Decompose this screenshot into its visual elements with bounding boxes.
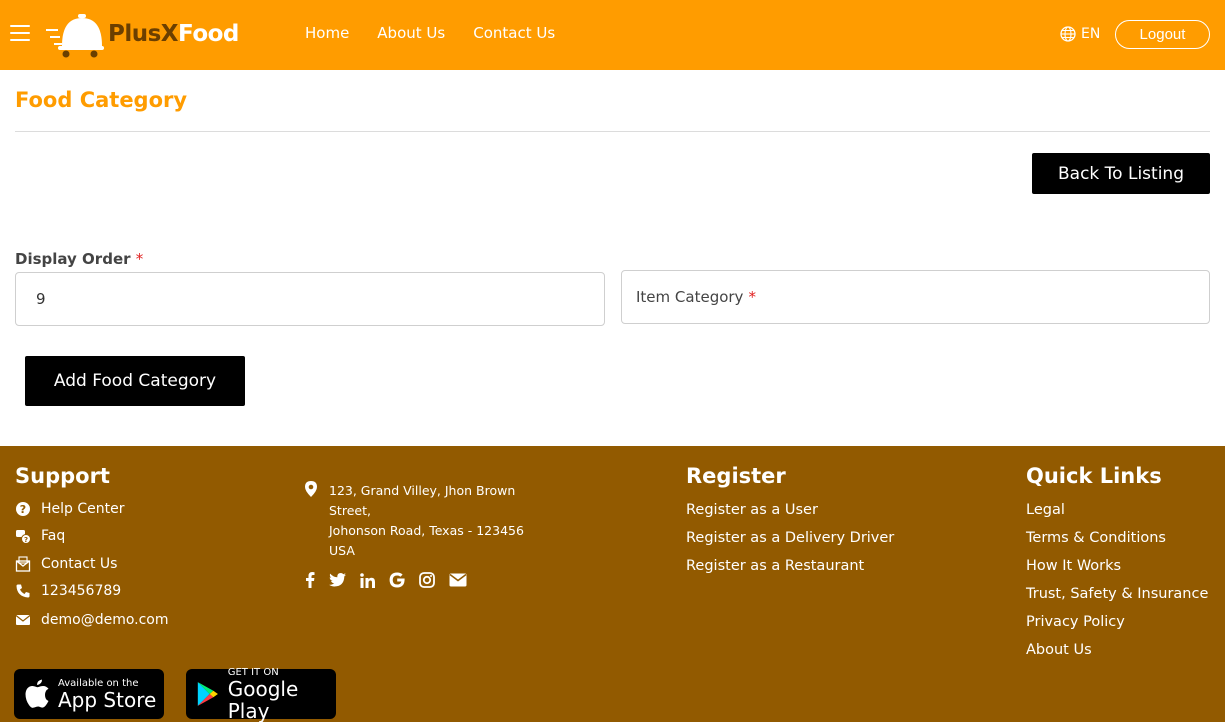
- register-user-link[interactable]: Register as a User: [686, 502, 818, 518]
- display-order-label: Display Order *: [15, 250, 143, 268]
- hamburger-menu-icon[interactable]: [10, 25, 30, 43]
- phone-item[interactable]: 123456789: [15, 583, 121, 599]
- svg-text:?: ?: [20, 503, 26, 516]
- display-order-label-text: Display Order: [15, 250, 131, 268]
- page-title: Food Category: [15, 88, 188, 112]
- about-us-link[interactable]: About Us: [1026, 642, 1092, 658]
- google-play-small-text: GET IT ON: [227, 666, 279, 678]
- google-icon[interactable]: [389, 572, 405, 588]
- quick-links-heading: Quick Links: [1026, 464, 1162, 488]
- google-play-text: GET IT ON Google Play: [228, 667, 336, 722]
- help-center-label: Help Center: [41, 501, 125, 517]
- how-it-works-link[interactable]: How It Works: [1026, 558, 1121, 574]
- linkedin-icon[interactable]: [360, 572, 375, 588]
- contact-us-link[interactable]: Contact Us: [15, 556, 117, 572]
- display-order-value: 9: [36, 290, 46, 308]
- faq-link[interactable]: ? Faq: [15, 528, 65, 544]
- app-store-badge[interactable]: Available on the App Store: [14, 669, 164, 719]
- item-category-placeholder: Item Category: [636, 288, 744, 306]
- address-block: 123, Grand Villey, Jhon Brown Street, Jo…: [305, 481, 549, 561]
- required-mark: *: [748, 288, 756, 306]
- display-order-input[interactable]: 9: [15, 272, 605, 326]
- faq-label: Faq: [41, 528, 66, 544]
- apple-icon: [25, 679, 49, 708]
- add-food-category-button[interactable]: Add Food Category: [25, 356, 245, 406]
- twitter-icon[interactable]: [329, 573, 346, 587]
- faq-icon: ?: [16, 530, 31, 544]
- app-store-small-text: Available on the: [58, 677, 139, 689]
- envelope-icon[interactable]: [449, 573, 467, 587]
- app-store-big-text: App Store: [58, 687, 157, 712]
- google-play-badge[interactable]: GET IT ON Google Play: [186, 667, 336, 722]
- nav-home[interactable]: Home: [305, 24, 349, 42]
- register-driver-link[interactable]: Register as a Delivery Driver: [686, 530, 894, 546]
- globe-icon: [1060, 26, 1076, 42]
- main-nav: Home About Us Contact Us: [305, 24, 583, 42]
- logo-text-part2: Food: [178, 21, 239, 47]
- register-restaurant-link[interactable]: Register as a Restaurant: [686, 558, 864, 574]
- facebook-icon[interactable]: [305, 572, 315, 588]
- language-selector[interactable]: EN: [1060, 26, 1100, 42]
- trust-safety-link[interactable]: Trust, Safety & Insurance: [1026, 586, 1208, 602]
- address-line-1: 123, Grand Villey, Jhon Brown Street,: [329, 483, 516, 518]
- google-play-icon: [197, 682, 218, 706]
- footer: Support ? Help Center ? Faq Contact Us 1…: [0, 446, 1225, 722]
- back-to-listing-button[interactable]: Back To Listing: [1032, 153, 1210, 194]
- nav-about-us[interactable]: About Us: [377, 24, 445, 42]
- title-divider: [15, 131, 1210, 132]
- top-header: PlusXFood Home About Us Contact Us EN Lo…: [0, 0, 1225, 70]
- address-line-2: Johonson Road, Texas - 123456: [329, 523, 524, 538]
- legal-link[interactable]: Legal: [1026, 502, 1065, 518]
- logo-text: PlusXFood: [108, 21, 239, 47]
- privacy-policy-link[interactable]: Privacy Policy: [1026, 614, 1125, 630]
- help-center-link[interactable]: ? Help Center: [15, 501, 125, 517]
- contact-us-label: Contact Us: [41, 556, 118, 572]
- map-marker-icon: [305, 481, 317, 497]
- email-address: demo@demo.com: [41, 612, 169, 628]
- svg-text:?: ?: [24, 536, 28, 544]
- logout-button[interactable]: Logout: [1115, 20, 1210, 49]
- register-heading: Register: [686, 464, 786, 488]
- app-store-text: Available on the App Store: [58, 678, 156, 711]
- nav-contact-us[interactable]: Contact Us: [473, 24, 555, 42]
- google-play-big-text: Google Play: [227, 676, 299, 722]
- address-line-3: USA: [329, 543, 355, 558]
- phone-number: 123456789: [41, 583, 122, 599]
- social-links: [305, 572, 481, 588]
- envelope-icon: [15, 615, 31, 625]
- item-category-input[interactable]: Item Category *: [621, 270, 1210, 324]
- language-label: EN: [1081, 26, 1101, 42]
- logo[interactable]: PlusXFood: [44, 10, 239, 58]
- question-circle-icon: ?: [16, 502, 30, 516]
- terms-link[interactable]: Terms & Conditions: [1026, 530, 1166, 546]
- address-text: 123, Grand Villey, Jhon Brown Street, Jo…: [329, 481, 549, 561]
- required-mark: *: [135, 250, 144, 268]
- logo-text-part1: PlusX: [108, 21, 179, 47]
- food-cloche-logo-icon: [46, 14, 104, 58]
- contact-mail-icon: [15, 556, 31, 572]
- support-heading: Support: [15, 464, 110, 488]
- email-item[interactable]: demo@demo.com: [15, 612, 169, 628]
- instagram-icon[interactable]: [419, 572, 435, 588]
- phone-icon: [16, 584, 30, 598]
